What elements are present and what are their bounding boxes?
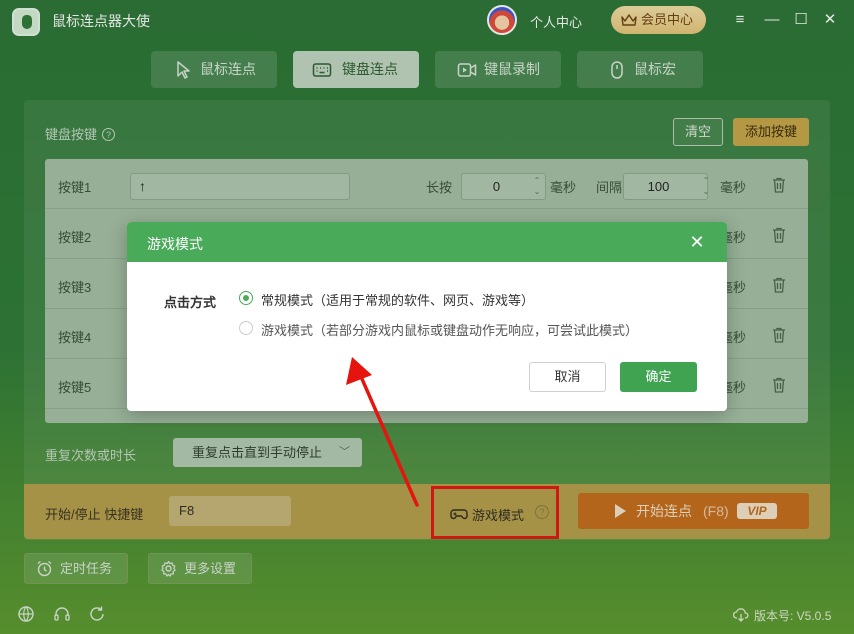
- personal-center-link[interactable]: 个人中心: [530, 12, 582, 31]
- table-row: 按键1 ↑ 长按 0 ⌃ ⌄ 毫秒 间隔 100 ⌃ ⌄ 毫秒: [45, 159, 808, 209]
- app-logo-icon: [12, 8, 40, 36]
- trash-icon[interactable]: [772, 327, 786, 343]
- minimize-icon[interactable]: —: [762, 10, 782, 30]
- repeat-value: 重复点击直到手动停止: [192, 445, 323, 460]
- gamepad-icon: [450, 509, 468, 520]
- vip-center-button[interactable]: 会员中心: [611, 6, 706, 34]
- game-mode-button[interactable]: 游戏模式 ?: [431, 486, 559, 539]
- dialog-header: 游戏模式 ✕: [127, 222, 727, 262]
- title-bar: 鼠标连点器大使 个人中心 会员中心 ≡ — ☐ ✕: [0, 0, 854, 40]
- keyboard-keys-label: 键盘按键?: [45, 124, 116, 143]
- hold-unit: 毫秒: [550, 180, 577, 195]
- add-key-button[interactable]: 添加按键: [733, 118, 809, 146]
- option-normal-mode-label[interactable]: 常规模式（适用于常规的软件、网页、游戏等）: [261, 290, 534, 309]
- tab-label: 键盘连点: [342, 61, 398, 77]
- chevron-down-icon: ﹀: [339, 446, 350, 458]
- interval-input[interactable]: 100: [623, 173, 708, 200]
- cloud-download-icon: [733, 608, 749, 622]
- keyboard-icon: [312, 63, 332, 77]
- vip-center-label: 会员中心: [641, 12, 694, 27]
- section-title: 键盘按键: [45, 127, 98, 142]
- more-settings-label: 更多设置: [184, 561, 237, 576]
- globe-icon[interactable]: [17, 605, 35, 623]
- tab-mouse-click[interactable]: 鼠标连点: [151, 51, 277, 88]
- avatar[interactable]: [487, 5, 517, 35]
- key-label: 按键5: [58, 380, 92, 395]
- help-icon[interactable]: ?: [535, 505, 549, 519]
- mouse-icon: [611, 61, 623, 79]
- radio-normal-mode[interactable]: [239, 291, 253, 305]
- key-label: 按键4: [58, 330, 92, 345]
- vip-badge: VIP: [737, 503, 777, 519]
- interval-label: 间隔: [596, 180, 623, 195]
- crown-icon: [621, 14, 637, 26]
- more-settings-button[interactable]: 更多设置: [148, 553, 252, 584]
- app-title: 鼠标连点器大使: [52, 13, 150, 29]
- key-label: 按键3: [58, 280, 92, 295]
- hotkey-input[interactable]: F8: [169, 496, 291, 526]
- game-mode-dialog: 游戏模式 ✕ 点击方式 常规模式（适用于常规的软件、网页、游戏等） 游戏模式（若…: [127, 222, 727, 411]
- trash-icon[interactable]: [772, 277, 786, 293]
- app-window: 鼠标连点器大使 个人中心 会员中心 ≡ — ☐ ✕ 鼠标连点 键盘连点 键鼠录制…: [0, 0, 854, 634]
- cancel-button[interactable]: 取消: [529, 362, 606, 392]
- version-text: 版本号: V5.0.5: [754, 609, 832, 623]
- timer-task-label: 定时任务: [60, 561, 113, 576]
- repeat-dropdown[interactable]: 重复点击直到手动停止 ﹀: [173, 438, 362, 467]
- start-hotkey: (F8): [703, 503, 729, 519]
- key-input[interactable]: ↑: [130, 173, 350, 200]
- cursor-icon: [177, 61, 190, 79]
- video-record-icon: [457, 63, 477, 77]
- clear-button[interactable]: 清空: [673, 118, 723, 146]
- game-mode-label: 游戏模式: [472, 508, 525, 523]
- option-game-mode-label[interactable]: 游戏模式（若部分游戏内鼠标或键盘动作无响应，可尝试此模式）: [261, 320, 638, 339]
- start-label: 开始连点: [636, 503, 692, 519]
- tab-label: 鼠标宏: [634, 61, 676, 77]
- trash-icon[interactable]: [772, 377, 786, 393]
- alarm-clock-icon: [37, 560, 52, 577]
- trash-icon[interactable]: [772, 227, 786, 243]
- interval-unit: 毫秒: [720, 180, 747, 195]
- hold-stepper[interactable]: ⌃ ⌄: [531, 175, 543, 197]
- tab-mouse-macro[interactable]: 鼠标宏: [577, 51, 703, 88]
- tab-keyboard-click[interactable]: 键盘连点: [293, 51, 419, 88]
- refresh-icon[interactable]: [88, 605, 106, 623]
- confirm-button[interactable]: 确定: [620, 362, 697, 392]
- trash-icon[interactable]: [772, 177, 786, 193]
- tab-label: 键鼠录制: [484, 61, 540, 77]
- dialog-title: 游戏模式: [147, 236, 203, 252]
- click-method-label: 点击方式: [164, 295, 217, 310]
- start-click-button[interactable]: 开始连点 (F8) VIP: [578, 493, 809, 529]
- tab-label: 鼠标连点: [200, 61, 256, 77]
- key-label: 按键1: [58, 180, 92, 195]
- close-icon[interactable]: ✕: [820, 10, 840, 30]
- help-icon[interactable]: ?: [102, 128, 116, 141]
- repeat-label: 重复次数或时长: [45, 448, 137, 463]
- hold-label: 长按: [426, 180, 453, 195]
- headset-icon[interactable]: [53, 605, 71, 623]
- timer-task-button[interactable]: 定时任务: [24, 553, 128, 584]
- play-icon: [615, 504, 626, 518]
- menu-icon[interactable]: ≡: [730, 10, 750, 30]
- hotkey-label: 开始/停止 快捷键: [45, 507, 144, 522]
- key-label: 按键2: [58, 230, 92, 245]
- close-icon[interactable]: ✕: [687, 232, 707, 252]
- interval-stepper[interactable]: ⌃ ⌄: [700, 175, 712, 197]
- tab-keymouse-record[interactable]: 键鼠录制: [435, 51, 561, 88]
- radio-game-mode[interactable]: [239, 321, 253, 335]
- gear-icon: [161, 560, 176, 577]
- maximize-icon[interactable]: ☐: [791, 10, 811, 30]
